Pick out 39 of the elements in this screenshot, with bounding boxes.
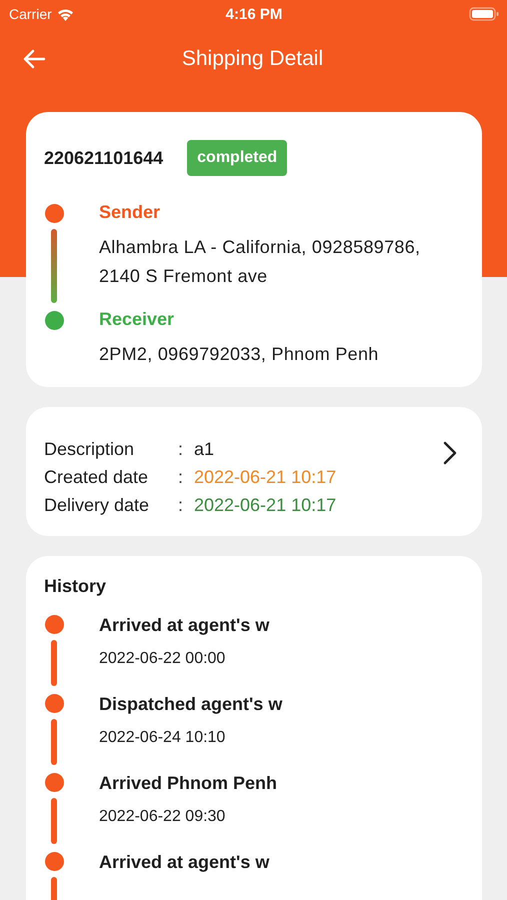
back-button[interactable] [22, 49, 46, 69]
colon-separator: : [178, 439, 184, 460]
status-badge: completed [187, 140, 288, 176]
info-value: a1 [194, 439, 216, 460]
info-value: 2022-06-21 10:17 [194, 495, 338, 516]
battery-icon [469, 7, 500, 21]
colon-separator: : [178, 467, 184, 488]
info-label: Delivery date [44, 495, 150, 516]
timeline-dot [44, 615, 64, 634]
carrier-label: Carrier [9, 6, 52, 22]
event-date: 2022-06-22 09:30 [99, 807, 226, 826]
wifi-icon [56, 8, 74, 20]
event-title: Arrived at agent's w [99, 852, 270, 872]
event-title: Dispatched agent's w [99, 694, 284, 714]
info-label: Created date [44, 467, 150, 488]
event-title: Arrived at agent's w [99, 615, 270, 635]
info-label: Description [44, 439, 136, 460]
timeline-dot [44, 204, 64, 223]
event-date: 2022-06-22 00:00 [99, 649, 226, 668]
timeline-dot [44, 694, 64, 713]
timeline-line [51, 640, 57, 686]
party-label: Sender [99, 202, 162, 223]
timeline-dot [44, 311, 64, 330]
event-date: 2022-06-24 10:10 [99, 728, 226, 747]
page-title: Shipping Detail [180, 47, 324, 71]
timeline-dot [44, 773, 64, 792]
event-title: Arrived Phnom Penh [99, 773, 278, 793]
clock-time: 4:16 PM [226, 6, 282, 22]
party-address: Alhambra LA - California, 0928589786, 2140 S Fremont ave [99, 236, 422, 288]
timeline-dot [44, 852, 64, 871]
party-label: Receiver [99, 309, 176, 330]
timeline-line [51, 798, 57, 844]
colon-separator: : [178, 495, 184, 516]
party-address: 2PM2, 0969792033, Phnom Penh [99, 343, 380, 366]
history-title: History [44, 576, 108, 597]
chevron-right-icon[interactable] [442, 441, 458, 465]
timeline-line [51, 719, 57, 765]
shipment-number: 220621101644 [44, 148, 164, 168]
info-value: 2022-06-21 10:17 [194, 467, 338, 488]
